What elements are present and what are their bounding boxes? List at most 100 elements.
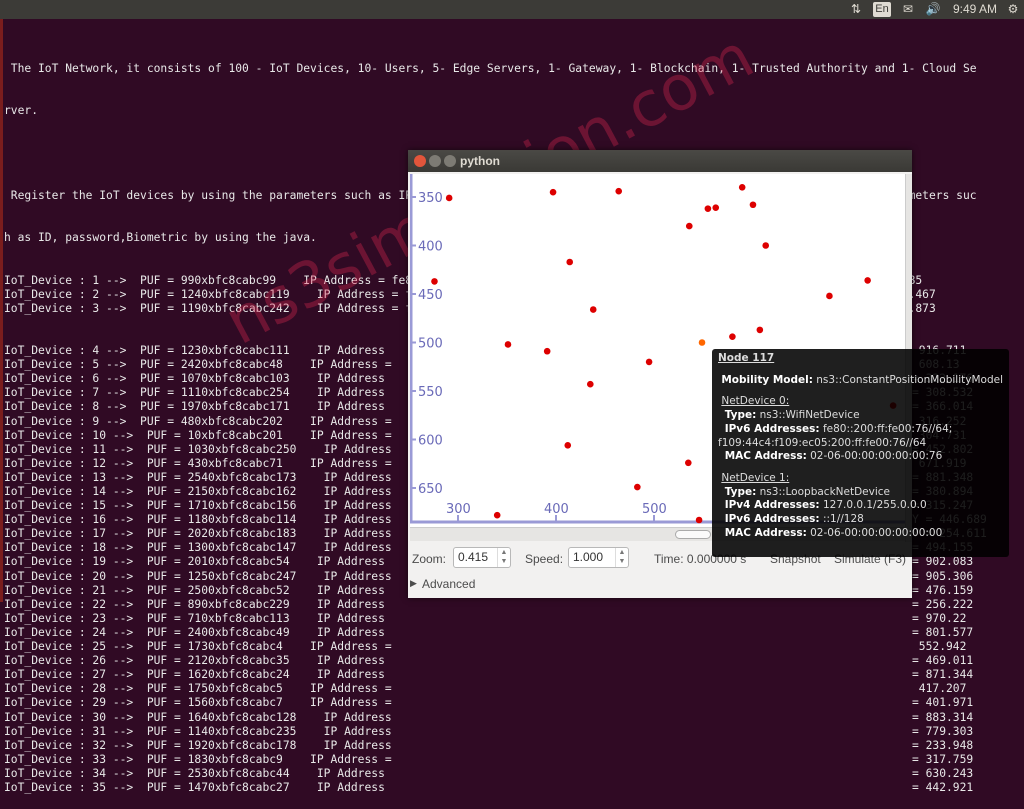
speed-spinbox[interactable]: 1.000 ▲ ▼ <box>568 547 629 568</box>
network-node[interactable] <box>615 187 623 195</box>
gear-icon[interactable]: ⚙ <box>1005 2 1021 17</box>
device-row-left: IoT_Device : 22 --> PUF = 890xbfc8cabc22… <box>4 597 385 611</box>
device-row-left: IoT_Device : 24 --> PUF = 2400xbfc8cabc4… <box>4 625 385 639</box>
spin-arrows-icon[interactable]: ▲ ▼ <box>615 548 628 567</box>
device-row: IoT_Device : 23 --> PUF = 710xbfc8cabc11… <box>4 612 1024 626</box>
device-row: IoT_Device : 30 --> PUF = 1640xbfc8cabc1… <box>4 711 1024 725</box>
value: f109:44c4:f109:ec05:200:ff:fe00:76//64 <box>718 436 927 449</box>
device-row: IoT_Device : 28 --> PUF = 1750xbfc8cabc5… <box>4 682 1024 696</box>
device-row: IoT_Device : 24 --> PUF = 2400xbfc8cabc4… <box>4 626 1024 640</box>
network-node[interactable] <box>587 380 594 388</box>
y-tick-label: 650 <box>418 482 443 497</box>
device-row: IoT_Device : 29 --> PUF = 1560xbfc8cabc7… <box>4 696 1024 710</box>
maximize-icon[interactable] <box>444 155 456 167</box>
device-row: IoT_Device : 34 --> PUF = 2530xbfc8cabc4… <box>4 767 1024 781</box>
selected-node[interactable] <box>698 339 706 346</box>
device-row-y-value: = 256.222 <box>912 597 974 611</box>
device-row-left: IoT_Device : 19 --> PUF = 2010xbfc8cabc5… <box>4 555 385 569</box>
title-bar[interactable]: python <box>408 150 912 172</box>
terminal-line: The IoT Network, it consists of 100 - Io… <box>4 62 977 76</box>
device-row-left: IoT_Device : 12 --> PUF = 430xbfc8cabc71… <box>4 456 392 470</box>
device-row: IoT_Device : 25 --> PUF = 1730xbfc8cabc4… <box>4 640 1024 654</box>
spin-arrows-icon[interactable]: ▲ ▼ <box>497 548 510 567</box>
expander-arrow-icon[interactable]: ▶ <box>410 578 417 589</box>
keyboard-layout-indicator[interactable]: En <box>873 2 891 17</box>
network-node[interactable] <box>493 511 501 519</box>
device-row-y-value: = 779.303 <box>912 724 974 738</box>
network-node[interactable] <box>589 306 597 313</box>
network-node[interactable] <box>704 205 712 212</box>
zoom-spinbox[interactable]: 0.415 ▲ ▼ <box>453 547 511 568</box>
network-node[interactable] <box>864 277 871 284</box>
device-row-y-value: 552.942 <box>912 640 967 654</box>
zoom-value[interactable]: 0.415 <box>458 550 488 564</box>
network-node[interactable] <box>685 459 692 467</box>
label: Mobility Model: <box>721 373 813 386</box>
x-tick-label: 300 <box>446 502 471 517</box>
network-node[interactable] <box>634 483 641 491</box>
device-row-left: IoT_Device : 9 --> PUF = 480xbfc8cabc202… <box>4 414 392 428</box>
device-row-left: IoT_Device : 32 --> PUF = 1920xbfc8cabc1… <box>4 738 392 752</box>
network-node[interactable] <box>645 358 653 366</box>
label: Type: <box>724 485 757 498</box>
network-node[interactable] <box>685 222 693 230</box>
value: ns3::WifiNetDevice <box>756 409 860 422</box>
device-row-y-value: 417.207 <box>912 682 967 696</box>
value: ns3::ConstantPositionMobilityModel <box>812 373 1003 386</box>
device-row-left: IoT_Device : 15 --> PUF = 1710xbfc8cabc1… <box>4 499 392 513</box>
label: Type: <box>724 409 757 422</box>
network-node[interactable] <box>826 292 833 300</box>
network-node[interactable] <box>504 341 512 348</box>
scroll-thumb[interactable] <box>675 530 711 539</box>
network-node[interactable] <box>543 347 551 355</box>
volume-icon[interactable]: 🔊 <box>924 2 942 17</box>
device-row-y-value: = 871.344 <box>912 668 974 682</box>
value: 02-06-00:00:00:00:00:00 <box>806 526 943 539</box>
device-row-y-value: = 476.159 <box>912 583 974 597</box>
device-row-y-value: = 905.306 <box>912 569 974 583</box>
value: ns3::LoopbackNetDevice <box>756 485 890 498</box>
network-node[interactable] <box>729 333 736 340</box>
network-node[interactable] <box>749 201 757 209</box>
device-row: IoT_Device : 31 --> PUF = 1140xbfc8cabc2… <box>4 725 1024 739</box>
network-node[interactable] <box>762 242 770 249</box>
clock[interactable]: 9:49 AM <box>952 2 998 17</box>
network-node[interactable] <box>549 188 557 196</box>
device-row-y-value: = 970.22 <box>912 611 967 625</box>
device-row-left: IoT_Device : 16 --> PUF = 1180xbfc8cabc1… <box>4 513 392 527</box>
network-node[interactable] <box>712 204 720 211</box>
network-node[interactable] <box>695 516 703 524</box>
device-row-y-value: = 317.759 <box>912 752 974 766</box>
x-tick-label: 500 <box>642 502 667 517</box>
device-row: IoT_Device : 32 --> PUF = 1920xbfc8cabc1… <box>4 739 1024 753</box>
minimize-icon[interactable] <box>429 155 441 167</box>
device-row-left: IoT_Device : 14 --> PUF = 2150xbfc8cabc1… <box>4 485 392 498</box>
x-tick-label: 400 <box>544 502 569 517</box>
network-node[interactable] <box>564 442 572 449</box>
network-node[interactable] <box>738 184 746 191</box>
close-icon[interactable] <box>414 155 426 167</box>
device-row-left: IoT_Device : 7 --> PUF = 1110xbfc8cabc25… <box>4 386 385 400</box>
y-tick-label: 600 <box>418 434 443 449</box>
network-node[interactable] <box>566 258 574 266</box>
netdevice-1-title: NetDevice 1: <box>721 471 790 484</box>
network-node[interactable] <box>756 326 764 334</box>
network-transfer-icon[interactable]: ⇅ <box>848 2 864 17</box>
device-row-y-value: = 902.083 <box>912 555 974 569</box>
network-node[interactable] <box>445 194 453 202</box>
network-node[interactable] <box>431 278 438 285</box>
speed-value[interactable]: 1.000 <box>573 550 603 564</box>
device-row-left: IoT_Device : 11 --> PUF = 1030xbfc8cabc2… <box>4 442 392 456</box>
device-row-y-value: = 469.011 <box>912 654 974 668</box>
label: MAC Address: <box>724 526 807 539</box>
label: IPv6 Addresses: <box>724 422 820 435</box>
device-row-left: IoT_Device : 30 --> PUF = 1640xbfc8cabc1… <box>4 710 392 724</box>
device-row-left: IoT_Device : 18 --> PUF = 1300xbfc8cabc1… <box>4 541 392 555</box>
zoom-label: Zoom: <box>412 552 447 566</box>
device-row-y-value: = 801.577 <box>912 625 974 639</box>
mail-icon[interactable]: ✉ <box>899 2 917 17</box>
device-row-left: IoT_Device : 8 --> PUF = 1970xbfc8cabc17… <box>4 400 385 414</box>
value: 127.0.0.1/255.0.0.0 <box>819 499 927 512</box>
device-row-y-value: = 233.948 <box>912 738 974 752</box>
advanced-expander[interactable]: Advanced <box>422 577 475 591</box>
